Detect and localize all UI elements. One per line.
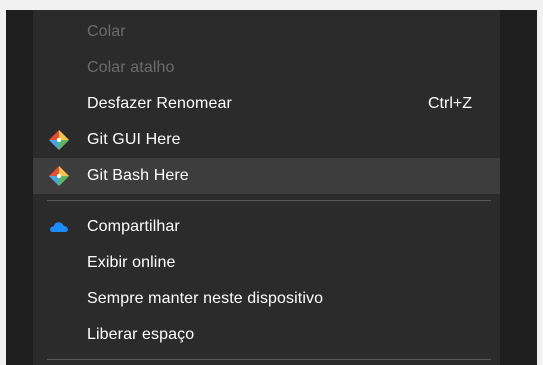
menu-item-label: Compartilhar [87, 218, 180, 235]
background-window-right [500, 10, 537, 365]
menu-item-label: Liberar espaço [87, 326, 195, 343]
menu-item-label: Exibir online [87, 254, 176, 271]
menu-item-free-up-space[interactable]: Liberar espaço [33, 317, 500, 353]
context-menu: Colar Colar atalho Desfazer Renomear Ctr… [33, 10, 500, 365]
menu-item-paste: Colar [33, 14, 500, 50]
menu-item-git-gui-here[interactable]: Git GUI Here [33, 122, 500, 158]
menu-separator [47, 359, 491, 360]
menu-item-label: Sempre manter neste dispositivo [87, 290, 324, 307]
menu-item-shortcut: Ctrl+Z [428, 95, 472, 112]
menu-item-view-online[interactable]: Exibir online [33, 245, 500, 281]
background-window-left [6, 10, 33, 365]
menu-item-label: Git Bash Here [87, 167, 189, 184]
menu-item-label: Desfazer Renomear [87, 95, 232, 112]
onedrive-cloud-icon [47, 215, 71, 239]
menu-item-share[interactable]: Compartilhar [33, 209, 500, 245]
git-icon [47, 164, 71, 188]
menu-item-label: Colar atalho [87, 59, 175, 76]
menu-separator [47, 200, 491, 201]
menu-item-paste-shortcut: Colar atalho [33, 50, 500, 86]
menu-item-label: Colar [87, 23, 126, 40]
menu-item-git-bash-here[interactable]: Git Bash Here [33, 158, 500, 194]
menu-item-always-keep-on-device[interactable]: Sempre manter neste dispositivo [33, 281, 500, 317]
menu-item-undo-rename[interactable]: Desfazer Renomear Ctrl+Z [33, 86, 500, 122]
menu-item-label: Git GUI Here [87, 131, 181, 148]
git-icon [47, 128, 71, 152]
